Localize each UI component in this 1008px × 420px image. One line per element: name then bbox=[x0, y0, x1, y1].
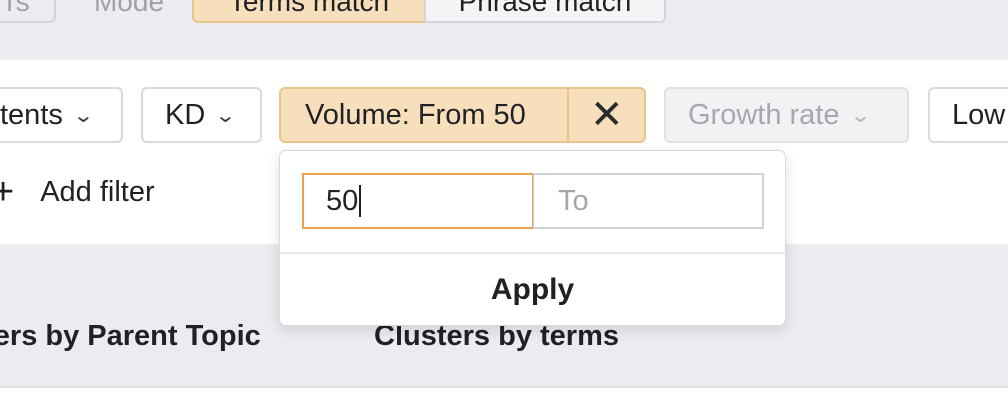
growth-rate-filter-label: Growth rate bbox=[688, 98, 840, 131]
chevron-down-icon: ⌄ bbox=[72, 104, 95, 127]
mode-toolbar: rs Mode Terms match Phrase match bbox=[0, 0, 1008, 58]
content-area-top bbox=[0, 386, 1008, 420]
phrase-match-button[interactable]: Phrase match bbox=[424, 0, 666, 23]
kd-filter-label: KD bbox=[165, 98, 206, 131]
text-caret bbox=[359, 185, 362, 217]
low-filter-label: Low bbox=[952, 98, 1006, 131]
volume-from-input[interactable]: 50 bbox=[302, 173, 534, 229]
chevron-down-icon: ⌄ bbox=[848, 104, 871, 127]
apply-button[interactable]: Apply bbox=[280, 255, 785, 325]
low-filter-button[interactable]: Low bbox=[928, 87, 1008, 143]
mode-label: Mode bbox=[93, 0, 165, 17]
chevron-down-icon: ⌄ bbox=[214, 104, 237, 127]
close-icon[interactable]: ✕ bbox=[567, 89, 644, 141]
volume-filter-chip: Volume: From 50 ✕ bbox=[279, 87, 646, 143]
growth-rate-filter-button[interactable]: Growth rate ⌄ bbox=[664, 87, 909, 143]
plus-icon: + bbox=[0, 170, 15, 213]
volume-filter-button[interactable]: Volume: From 50 bbox=[281, 89, 567, 141]
volume-to-placeholder: To bbox=[558, 184, 589, 217]
popover-divider bbox=[280, 252, 785, 254]
add-filter-button[interactable]: + Add filter bbox=[0, 170, 155, 213]
intents-filter-label: tents bbox=[0, 98, 63, 131]
mode-left-cut-button[interactable]: rs bbox=[0, 0, 56, 23]
terms-match-button[interactable]: Terms match bbox=[192, 0, 426, 23]
volume-from-value: 50 bbox=[326, 184, 359, 217]
kd-filter-button[interactable]: KD ⌄ bbox=[141, 87, 262, 143]
volume-to-input[interactable]: To bbox=[533, 173, 764, 229]
add-filter-label: Add filter bbox=[40, 175, 155, 208]
tab-clusters-by-parent-topic[interactable]: sters by Parent Topic bbox=[0, 320, 261, 353]
volume-filter-popover: 50 To Apply bbox=[279, 150, 786, 326]
volume-filter-label: Volume: From 50 bbox=[305, 98, 526, 131]
intents-filter-button[interactable]: tents ⌄ bbox=[0, 87, 123, 143]
